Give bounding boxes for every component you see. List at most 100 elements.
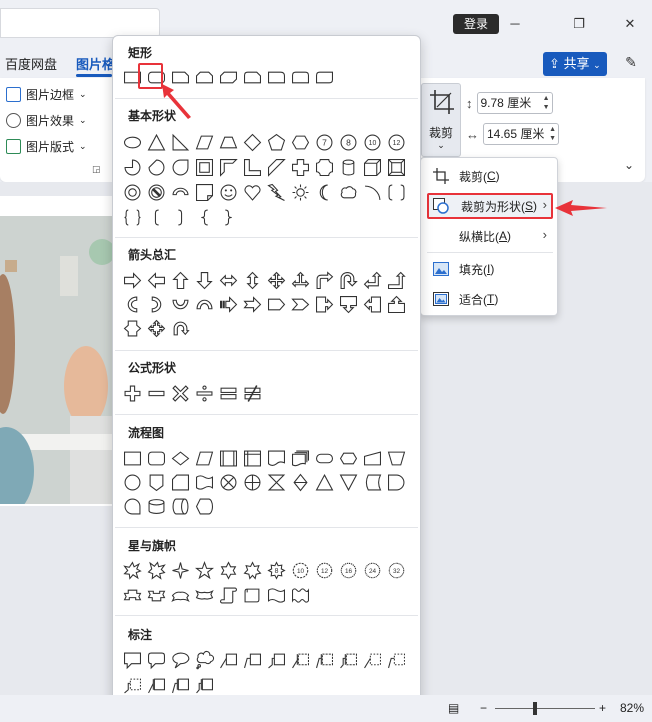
folded-corner-shape[interactable] (192, 180, 216, 204)
focus-mode-icon[interactable]: ▤ (448, 701, 459, 715)
curved-ribbon-down-shape[interactable] (192, 583, 216, 607)
curved-left-arrow-shape[interactable] (144, 292, 168, 316)
login-button[interactable]: 登录 (453, 14, 499, 34)
close-icon[interactable]: ✕ (620, 14, 640, 34)
left-bracket-shape[interactable] (144, 205, 168, 229)
flowchart-manual-operation-shape[interactable] (384, 446, 408, 470)
line-callout-2-no-border-shape[interactable] (384, 648, 408, 672)
up-arrow-callout-shape[interactable] (384, 292, 408, 316)
plaque-shape[interactable] (312, 155, 336, 179)
pentagon-arrow-shape[interactable] (264, 292, 288, 316)
plus-shape[interactable] (120, 381, 144, 405)
left-arrow-callout-shape[interactable] (360, 292, 384, 316)
chevron-shape[interactable] (288, 292, 312, 316)
line-callout-1-border-accent-shape[interactable] (144, 673, 168, 697)
left-up-arrow-shape[interactable] (360, 268, 384, 292)
left-right-arrow-shape[interactable] (216, 268, 240, 292)
half-frame-shape[interactable] (216, 155, 240, 179)
quad-arrow-shape[interactable] (264, 268, 288, 292)
picture-effects-button[interactable]: 图片效果 ⌄ (6, 112, 87, 129)
search-box[interactable] (0, 8, 160, 38)
moon-icon[interactable] (312, 180, 336, 204)
left-arrow-shape[interactable] (144, 268, 168, 292)
ribbon-collapse-icon[interactable]: ⌄ (624, 158, 634, 172)
zoom-slider-thumb[interactable] (533, 702, 537, 715)
heptagon-shape[interactable]: 7 (312, 130, 336, 154)
flowchart-internal-storage-shape[interactable] (240, 446, 264, 470)
multiply-shape[interactable] (168, 381, 192, 405)
menu-item-crop-to-shape[interactable]: 裁剪为形状(S) › (427, 193, 553, 219)
chord-shape[interactable] (144, 155, 168, 179)
line-callout-2-shape[interactable] (240, 648, 264, 672)
right-triangle-shape[interactable] (168, 130, 192, 154)
star-8-point-shape[interactable]: 8 (264, 558, 288, 582)
flowchart-card-shape[interactable] (168, 470, 192, 494)
flowchart-display-shape[interactable] (192, 494, 216, 518)
notched-right-arrow-shape[interactable] (240, 292, 264, 316)
teardrop-shape[interactable] (168, 155, 192, 179)
down-arrow-callout-shape[interactable] (336, 292, 360, 316)
line-callout-1-accent-bar-shape[interactable] (288, 648, 312, 672)
line-callout-3-accent-bar-shape[interactable] (336, 648, 360, 672)
curved-down-arrow-shape[interactable] (192, 292, 216, 316)
left-right-up-arrow-shape[interactable] (288, 268, 312, 292)
menu-item-aspect-ratio[interactable]: 纵横比(A) › (427, 223, 553, 249)
division-shape[interactable] (192, 381, 216, 405)
curved-right-arrow-shape[interactable] (120, 292, 144, 316)
horizontal-scroll-shape[interactable] (240, 583, 264, 607)
flowchart-punched-tape-shape[interactable] (192, 470, 216, 494)
flowchart-stored-data-shape[interactable] (360, 470, 384, 494)
flowchart-collate-shape[interactable] (264, 470, 288, 494)
picture-border-button[interactable]: 图片边框 ⌄ (6, 86, 87, 103)
flowchart-merge-shape[interactable] (336, 470, 360, 494)
double-brace-shape[interactable] (120, 205, 144, 229)
flowchart-magnetic-disk-shape[interactable] (144, 494, 168, 518)
bent-up-arrow-shape[interactable] (384, 268, 408, 292)
parallelogram-shape[interactable] (192, 130, 216, 154)
star-16-point-shape[interactable]: 16 (336, 558, 360, 582)
flowchart-data-shape[interactable] (192, 446, 216, 470)
u-turn-arrow-shape[interactable] (336, 268, 360, 292)
share-button[interactable]: ⇪ 共享 ⌄ (543, 52, 607, 76)
donut-shape[interactable] (120, 180, 144, 204)
flowchart-preparation-shape[interactable] (336, 446, 360, 470)
equal-shape[interactable] (216, 381, 240, 405)
ribbon-up-shape[interactable] (120, 583, 144, 607)
trapezoid-shape[interactable] (216, 130, 240, 154)
zoom-level[interactable]: 82% (620, 701, 644, 715)
triangle-shape[interactable] (144, 130, 168, 154)
up-arrow-shape[interactable] (168, 268, 192, 292)
curved-ribbon-up-shape[interactable] (168, 583, 192, 607)
line-callout-3-no-border-shape[interactable] (120, 673, 144, 697)
cloud-icon[interactable] (336, 180, 360, 204)
flowchart-sort-shape[interactable] (288, 470, 312, 494)
menu-item-fill[interactable]: 填充(I) (427, 256, 553, 282)
sun-icon[interactable] (288, 180, 312, 204)
arc-shape[interactable] (360, 180, 384, 204)
menu-item-crop[interactable]: 裁剪(C) (427, 163, 553, 189)
flowchart-offpage-connector-shape[interactable] (144, 470, 168, 494)
flowchart-delay-shape[interactable] (384, 470, 408, 494)
line-callout-3-border-accent-shape[interactable] (192, 673, 216, 697)
star-24-point-shape[interactable]: 24 (360, 558, 384, 582)
circular-arrow-shape[interactable] (168, 316, 192, 340)
double-wave-shape[interactable] (288, 583, 312, 607)
pie-shape[interactable] (120, 155, 144, 179)
flowchart-extract-shape[interactable] (312, 470, 336, 494)
flowchart-alternate-process-shape[interactable] (144, 446, 168, 470)
flowchart-or-shape[interactable] (240, 470, 264, 494)
flowchart-predefined-process-shape[interactable] (216, 446, 240, 470)
star-7-point-shape[interactable] (240, 558, 264, 582)
cube-shape[interactable] (360, 155, 384, 179)
minus-shape[interactable] (144, 381, 168, 405)
snip-same-side-rectangle-shape[interactable] (192, 65, 216, 89)
flowchart-summing-junction-shape[interactable] (216, 470, 240, 494)
flowchart-terminator-shape[interactable] (312, 446, 336, 470)
block-arc-shape[interactable] (168, 180, 192, 204)
width-input[interactable]: 14.65 厘米 ▲ ▼ (483, 123, 559, 145)
pentagon-shape[interactable] (264, 130, 288, 154)
quad-arrow-callout-shape[interactable] (144, 316, 168, 340)
right-brace-shape[interactable] (216, 205, 240, 229)
ribbon-down-shape[interactable] (144, 583, 168, 607)
oval-callout-shape[interactable] (168, 648, 192, 672)
